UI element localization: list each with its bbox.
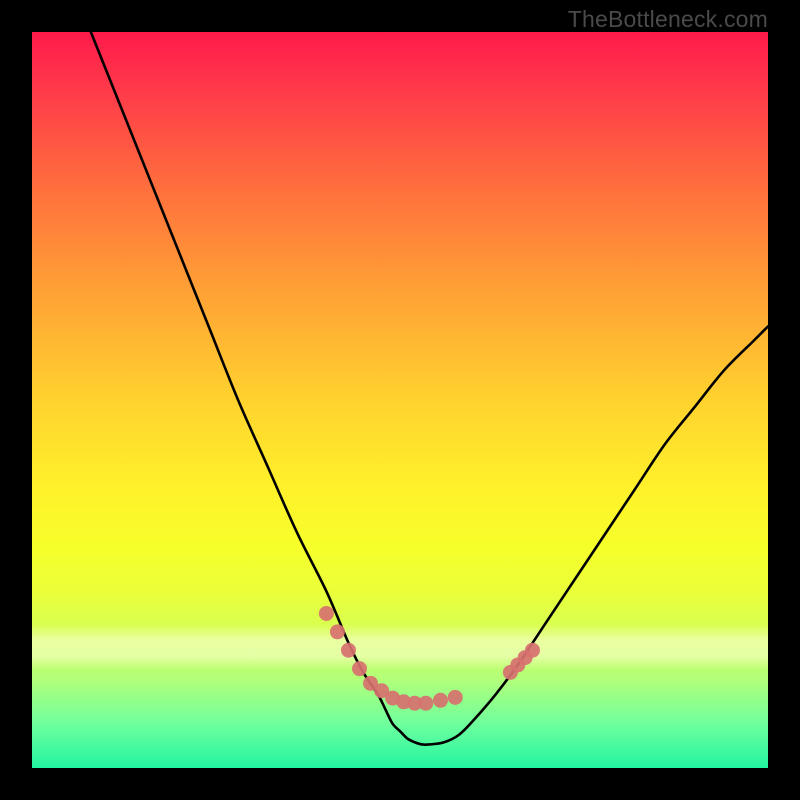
bead-marker <box>341 643 356 658</box>
bead-marker <box>363 676 378 691</box>
curve-layer <box>91 32 768 745</box>
bead-marker <box>510 657 525 672</box>
bead-marker <box>385 691 400 706</box>
bead-marker <box>433 693 448 708</box>
chart-frame: TheBottleneck.com <box>0 0 800 800</box>
bead-marker <box>503 665 518 680</box>
bead-marker <box>374 683 389 698</box>
curve-svg <box>32 32 768 768</box>
highlight-band <box>32 624 768 670</box>
watermark-text: TheBottleneck.com <box>568 6 768 33</box>
bead-marker <box>319 606 334 621</box>
plot-area <box>32 32 768 768</box>
bead-marker <box>407 696 422 711</box>
bead-marker <box>330 624 345 639</box>
bead-marker <box>448 690 463 705</box>
bead-marker <box>418 696 433 711</box>
bead-marker <box>518 650 533 665</box>
bead-marker <box>396 694 411 709</box>
beads-layer <box>319 606 540 711</box>
bottleneck-curve <box>91 32 768 745</box>
bead-marker <box>525 643 540 658</box>
bead-marker <box>352 661 367 676</box>
